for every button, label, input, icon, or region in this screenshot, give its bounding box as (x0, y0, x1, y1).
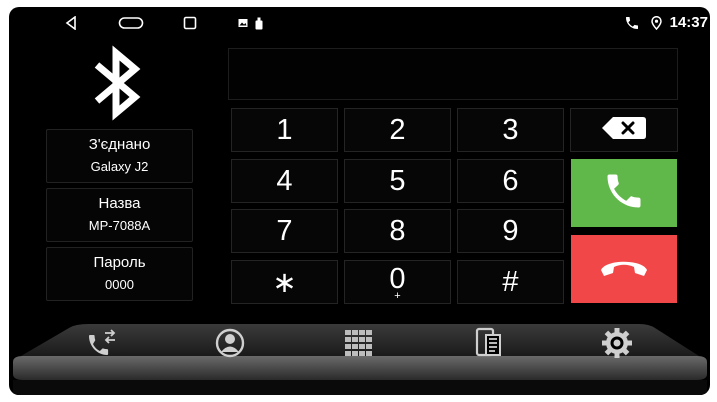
key-label: ∗ (272, 266, 297, 299)
key-1[interactable]: 1 (231, 108, 338, 152)
number-display[interactable] (228, 48, 678, 100)
key-7[interactable]: 7 (231, 209, 338, 253)
key-label: 9 (502, 214, 519, 247)
key-label: 7 (276, 214, 293, 247)
key-0[interactable]: 0 + (344, 260, 451, 304)
key-label: 5 (389, 164, 406, 197)
connection-label: З'єднано (88, 136, 151, 153)
call-log-icon[interactable] (84, 326, 120, 360)
call-button[interactable] (571, 159, 677, 227)
recents-icon[interactable] (181, 13, 199, 33)
key-label: 1 (276, 113, 293, 146)
password-label: Пароль (93, 254, 146, 271)
device-name: Galaxy J2 (90, 159, 149, 174)
phone-hangup-icon (598, 256, 650, 283)
contacts-icon[interactable] (212, 326, 248, 360)
key-6[interactable]: 6 (457, 159, 564, 203)
key-label: 2 (389, 113, 406, 146)
password-box: Пароль 0000 (46, 247, 193, 301)
key-star[interactable]: ∗ (231, 260, 338, 304)
name-value: MP-7088A (88, 218, 151, 233)
password-value: 0000 (105, 277, 134, 292)
backspace-button[interactable] (570, 108, 678, 152)
key-4[interactable]: 4 (231, 159, 338, 203)
dialpad-icon[interactable] (341, 326, 377, 360)
key-8[interactable]: 8 (344, 209, 451, 253)
settings-icon[interactable] (599, 326, 635, 360)
usb-icon (254, 13, 264, 33)
key-9[interactable]: 9 (457, 209, 564, 253)
key-label: 4 (276, 164, 293, 197)
end-call-button[interactable] (571, 235, 677, 303)
head-unit-screen: 14:37 З'єднано Galaxy J2 Назва MP-7088A … (9, 7, 710, 395)
key-label: # (502, 265, 519, 298)
name-label: Назва (98, 195, 141, 212)
phone-call-icon (602, 169, 646, 218)
key-2[interactable]: 2 (344, 108, 451, 152)
location-pin-icon (649, 13, 663, 33)
key-label: 3 (502, 113, 519, 146)
key-3[interactable]: 3 (457, 108, 564, 152)
bluetooth-icon (89, 45, 147, 121)
status-bar: 14:37 (9, 7, 710, 39)
clock: 14:37 (669, 14, 708, 31)
key-5[interactable]: 5 (344, 159, 451, 203)
key-sublabel: + (394, 290, 401, 302)
phone-icon (623, 13, 641, 33)
key-label: 6 (502, 164, 519, 197)
back-icon[interactable] (61, 13, 81, 33)
key-label: 8 (389, 214, 406, 247)
home-icon[interactable] (117, 13, 145, 33)
key-hash[interactable]: # (457, 260, 564, 304)
backspace-icon (601, 116, 647, 145)
connection-status-box: З'єднано Galaxy J2 (46, 129, 193, 183)
device-name-box: Назва MP-7088A (46, 188, 193, 242)
image-icon (237, 13, 249, 33)
phonebook-icon[interactable] (471, 326, 507, 360)
